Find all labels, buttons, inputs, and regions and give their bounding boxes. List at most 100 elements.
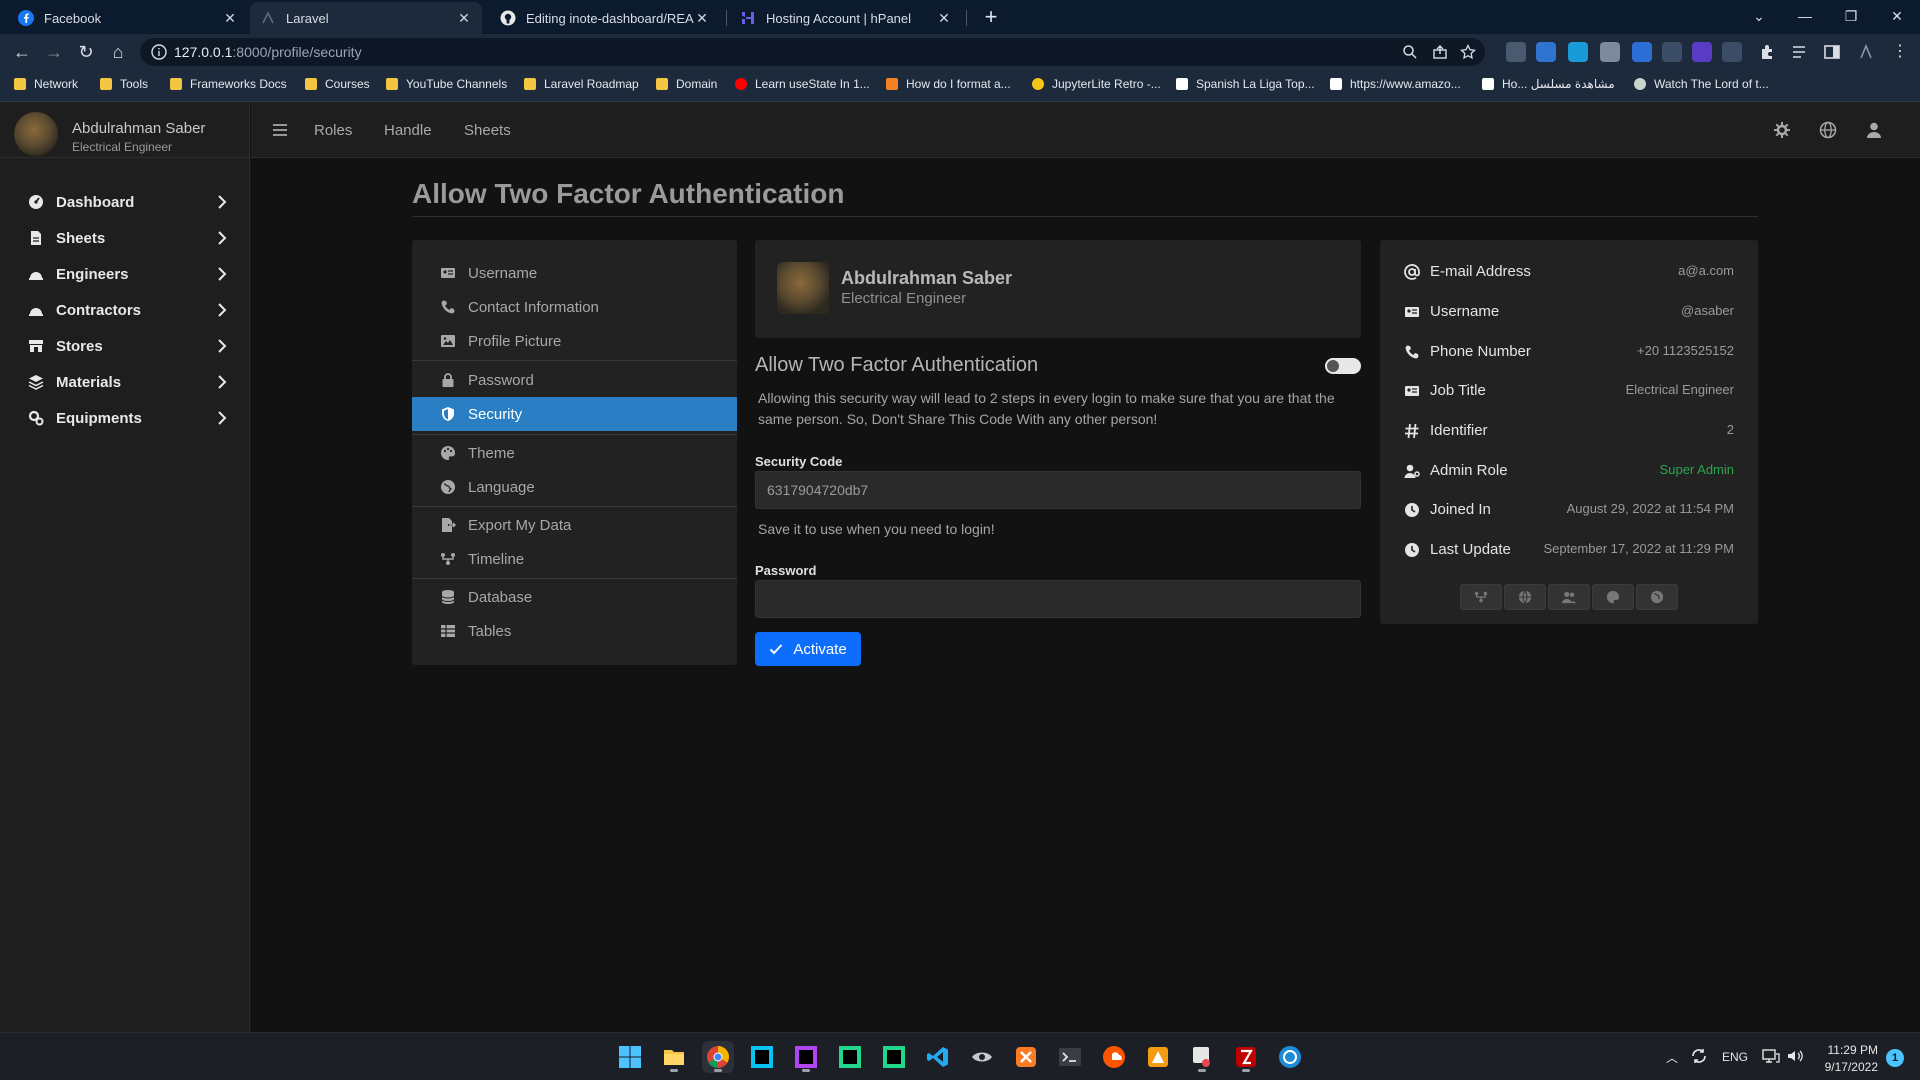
close-tab-icon[interactable]: ✕	[936, 10, 952, 27]
minimize-button[interactable]: —	[1782, 0, 1828, 34]
bookmark-star-icon[interactable]	[1460, 44, 1476, 60]
bookmark-format[interactable]: How do I format a...	[886, 77, 1011, 91]
back-button[interactable]: ←	[8, 38, 36, 66]
close-window-button[interactable]: ✕	[1874, 0, 1920, 34]
security-code-field[interactable]	[755, 471, 1361, 509]
theme-shortcut-button[interactable]	[1592, 584, 1634, 610]
restore-button[interactable]: ❐	[1828, 0, 1874, 34]
translate-extension-icon[interactable]	[1536, 42, 1556, 62]
bookmark-network[interactable]: Network	[14, 77, 78, 91]
bookmark-amazon[interactable]: https://www.amazo...	[1330, 77, 1461, 91]
sidebar-user-panel[interactable]: Abdulrahman Saber Electrical Engineer	[0, 102, 250, 158]
notification-badge[interactable]: 1	[1886, 1049, 1904, 1067]
menu-item-username[interactable]: Username	[412, 256, 737, 290]
app-icon[interactable]	[1142, 1041, 1174, 1073]
sidebar-item-stores[interactable]: Stores	[0, 328, 250, 364]
bookmark-laravel-roadmap[interactable]: Laravel Roadmap	[524, 77, 639, 91]
bookmark-tools[interactable]: Tools	[100, 77, 148, 91]
phpstorm-icon[interactable]	[790, 1041, 822, 1073]
menu-item-theme[interactable]: Theme	[412, 436, 737, 470]
tab-github[interactable]: Editing inote-dashboard/READM ✕	[490, 2, 720, 34]
tab-facebook[interactable]: Facebook ✕	[8, 2, 248, 34]
site-info-icon[interactable]	[150, 43, 168, 61]
windows-start-icon[interactable]	[614, 1041, 646, 1073]
new-tab-button[interactable]: +	[977, 4, 1005, 30]
sidebar-item-contractors[interactable]: Contractors	[0, 292, 250, 328]
app-icon[interactable]	[1274, 1041, 1306, 1073]
sidebar-item-sheets[interactable]: Sheets	[0, 220, 250, 256]
timeline-shortcut-button[interactable]	[1460, 584, 1502, 610]
password-field[interactable]	[755, 580, 1361, 618]
hamburger-menu-icon[interactable]	[271, 121, 289, 139]
reading-list-icon[interactable]	[1790, 42, 1810, 62]
clock-date[interactable]: 9/17/2022	[1818, 1060, 1878, 1074]
browser-menu-icon[interactable]: ⋮	[1890, 42, 1910, 62]
webstorm-icon[interactable]	[746, 1041, 778, 1073]
file-explorer-icon[interactable]	[658, 1041, 690, 1073]
tab-search-icon[interactable]: ⌄	[1736, 0, 1782, 34]
bookmark-arabic-series[interactable]: Ho... مشاهدة مسلسل	[1482, 77, 1615, 91]
pycharm-icon[interactable]	[878, 1041, 910, 1073]
menu-item-tables[interactable]: Tables	[412, 614, 737, 648]
forward-button[interactable]: →	[40, 38, 68, 66]
menu-item-security[interactable]: Security	[412, 397, 737, 431]
bookmark-jupyterlite[interactable]: JupyterLite Retro -...	[1032, 77, 1161, 91]
bookmark-lord-of-the-rings[interactable]: Watch The Lord of t...	[1634, 77, 1769, 91]
topnav-link-handle[interactable]: Handle	[384, 122, 432, 139]
mysql-workbench-icon[interactable]	[966, 1041, 998, 1073]
menu-item-language[interactable]: Language	[412, 470, 737, 504]
sidebar-item-dashboard[interactable]: Dashboard	[0, 184, 250, 220]
bookmark-youtube-channels[interactable]: YouTube Channels	[386, 77, 507, 91]
close-tab-icon[interactable]: ✕	[456, 10, 472, 27]
extension-icon[interactable]	[1568, 42, 1588, 62]
sidebar-item-equipments[interactable]: Equipments	[0, 400, 250, 436]
tab-laravel[interactable]: Laravel ✕	[250, 2, 482, 34]
font-extension-icon[interactable]	[1722, 42, 1742, 62]
volume-icon[interactable]	[1786, 1047, 1804, 1065]
menu-item-profile-picture[interactable]: Profile Picture	[412, 324, 737, 358]
tab-hostinger[interactable]: Hosting Account | hPanel ✕	[730, 2, 962, 34]
gear-icon[interactable]	[1773, 121, 1791, 139]
clion-icon[interactable]	[834, 1041, 866, 1073]
clock-time[interactable]: 11:29 PM	[1822, 1043, 1878, 1057]
side-panel-icon[interactable]	[1822, 42, 1842, 62]
bookmark-usestate[interactable]: Learn useState In 1...	[735, 77, 870, 91]
home-icon[interactable]: ⌂	[104, 38, 132, 66]
vscode-icon[interactable]	[922, 1041, 954, 1073]
sidebar-item-engineers[interactable]: Engineers	[0, 256, 250, 292]
chrome-icon[interactable]	[702, 1041, 734, 1073]
profile-icon[interactable]	[1856, 42, 1876, 62]
extension-icon[interactable]	[1692, 42, 1712, 62]
network-icon[interactable]	[1762, 1047, 1780, 1065]
menu-item-database[interactable]: Database	[412, 580, 737, 614]
xampp-icon[interactable]	[1010, 1041, 1042, 1073]
globe-icon[interactable]	[1819, 121, 1837, 139]
soundcloud-icon[interactable]	[1098, 1041, 1130, 1073]
zoom-icon[interactable]	[1402, 44, 1418, 60]
language-indicator[interactable]: ENG	[1722, 1050, 1748, 1064]
sync-icon[interactable]	[1690, 1047, 1708, 1065]
menu-item-password[interactable]: Password	[412, 363, 737, 397]
close-tab-icon[interactable]: ✕	[222, 10, 238, 27]
sidebar-item-materials[interactable]: Materials	[0, 364, 250, 400]
snipping-tool-icon[interactable]	[1186, 1041, 1218, 1073]
extension-icon[interactable]	[1662, 42, 1682, 62]
bookmark-la-liga[interactable]: Spanish La Liga Top...	[1176, 77, 1315, 91]
bookmark-frameworks-docs[interactable]: Frameworks Docs	[170, 77, 287, 91]
users-shortcut-button[interactable]	[1548, 584, 1590, 610]
bookmark-courses[interactable]: Courses	[305, 77, 370, 91]
address-bar[interactable]: 127.0.0.1:8000/profile/security	[140, 38, 1485, 66]
globe-shortcut-button[interactable]	[1636, 584, 1678, 610]
terminal-icon[interactable]	[1054, 1041, 1086, 1073]
show-hidden-icons-icon[interactable]: ︿	[1666, 1049, 1682, 1065]
share-icon[interactable]	[1432, 44, 1448, 60]
extensions-puzzle-icon[interactable]	[1758, 42, 1778, 62]
filezilla-icon[interactable]	[1230, 1041, 1262, 1073]
extension-icon[interactable]	[1600, 42, 1620, 62]
user-icon[interactable]	[1865, 121, 1883, 139]
extension-icon[interactable]	[1632, 42, 1652, 62]
menu-item-timeline[interactable]: Timeline	[412, 542, 737, 576]
menu-item-contact-information[interactable]: Contact Information	[412, 290, 737, 324]
close-tab-icon[interactable]: ✕	[694, 10, 710, 27]
topnav-link-roles[interactable]: Roles	[314, 122, 352, 139]
